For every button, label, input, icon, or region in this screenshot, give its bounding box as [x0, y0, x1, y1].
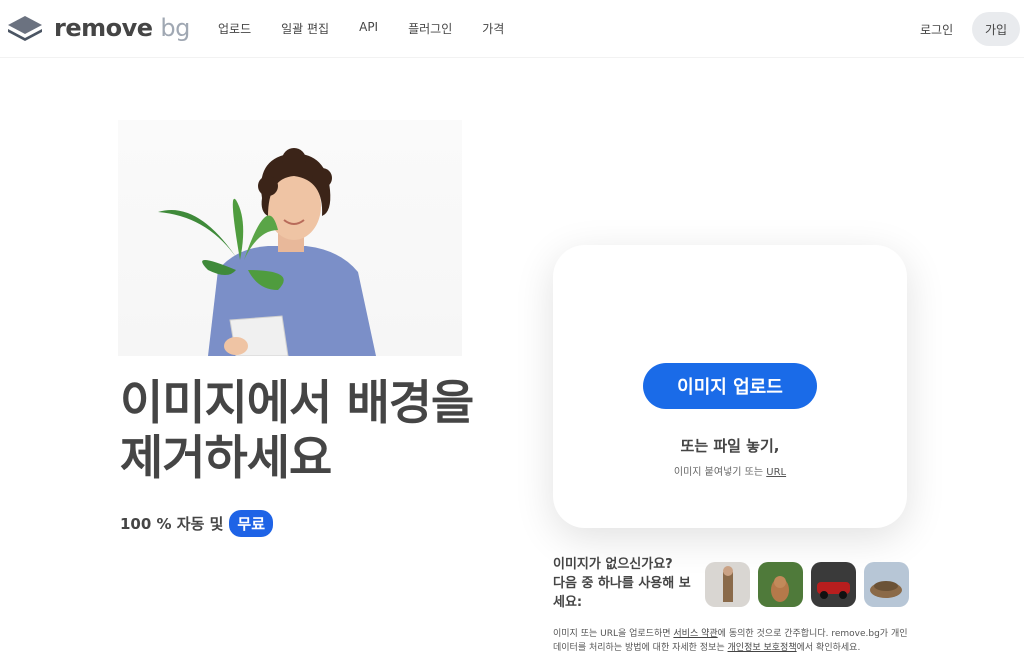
nav-upload[interactable]: 업로드 [218, 20, 251, 37]
terms-text-3: 에서 확인하세요. [796, 643, 861, 653]
main-nav: 업로드 일괄 편집 API 플러그인 가격 [218, 20, 534, 37]
top-header: remove bg 업로드 일괄 편집 API 플러그인 가격 로그인 가입 [0, 0, 1024, 58]
signup-button[interactable]: 가입 [972, 12, 1020, 46]
sample-prompt-line-2: 다음 중 하나를 사용해 보 [553, 576, 691, 591]
logo[interactable]: remove bg [6, 14, 190, 42]
sample-image-deer[interactable] [758, 562, 803, 607]
sample-image-food[interactable] [864, 562, 909, 607]
sample-images [705, 562, 909, 607]
nav-bulk-edit[interactable]: 일괄 편집 [281, 20, 329, 37]
terms-notice: 이미지 또는 URL을 업로드하면 서비스 약관에 동의한 것으로 간주합니다.… [553, 627, 913, 655]
nav-api[interactable]: API [359, 20, 378, 37]
logo-text: remove bg [54, 14, 190, 42]
drop-file-subtitle: 이미지 붙여넣기 또는 URL [553, 463, 907, 478]
upload-card[interactable]: 이미지 업로드 또는 파일 놓기, 이미지 붙여넣기 또는 URL [553, 245, 907, 528]
privacy-policy-link[interactable]: 개인정보 보호정책 [728, 643, 797, 653]
login-link[interactable]: 로그인 [920, 21, 953, 38]
hero-illustration [158, 148, 376, 356]
hero-image [118, 120, 462, 356]
sample-prompt-line-1: 이미지가 없으신가요? [553, 557, 673, 572]
paste-image-text: 이미지 붙여넣기 또는 [673, 467, 764, 478]
terms-text-1: 이미지 또는 URL을 업로드하면 [553, 629, 671, 639]
sample-image-car[interactable] [811, 562, 856, 607]
headline-line-1: 이미지에서 배경을 [120, 376, 474, 431]
subheadline-text: 100 % 자동 및 [120, 515, 224, 533]
subheadline: 100 % 자동 및 무료 [120, 510, 274, 537]
sample-image-woman[interactable] [705, 562, 750, 607]
logo-icon [8, 16, 42, 41]
upload-image-button[interactable]: 이미지 업로드 [643, 363, 817, 409]
nav-pricing[interactable]: 가격 [482, 20, 504, 37]
headline-line-2: 제거하세요 [120, 431, 332, 486]
page-headline: 이미지에서 배경을 제거하세요 [120, 376, 520, 486]
nav-plugins[interactable]: 플러그인 [408, 20, 452, 37]
terms-of-service-link[interactable]: 서비스 약관 [673, 629, 717, 639]
url-link[interactable]: URL [766, 467, 786, 478]
free-badge: 무료 [229, 510, 274, 537]
sample-prompt-line-3: 세요: [553, 595, 583, 610]
drop-file-title: 또는 파일 놓기, [680, 437, 780, 455]
sample-prompt: 이미지가 없으신가요? 다음 중 하나를 사용해 보 세요: [553, 555, 703, 612]
